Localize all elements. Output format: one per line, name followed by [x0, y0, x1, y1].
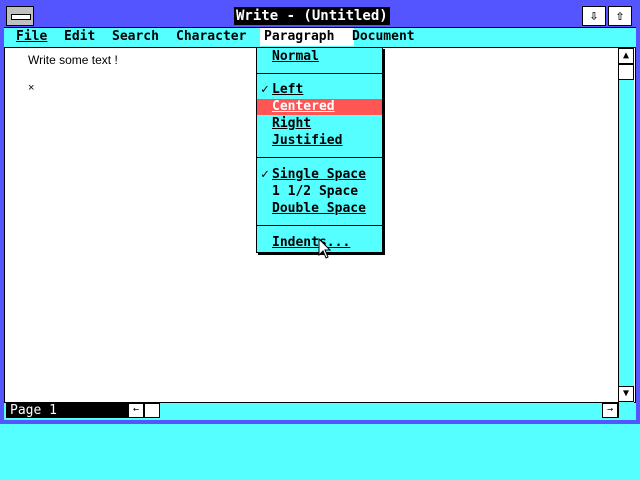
menu-item-label: Single Space [272, 167, 366, 182]
menu-separator [257, 157, 382, 158]
menu-item-centered[interactable]: Centered [257, 99, 382, 115]
menu-character-label: Character [176, 29, 247, 44]
vertical-scrollbar[interactable] [618, 48, 634, 402]
menu-item-label: Right [272, 116, 312, 131]
end-of-document-mark: × [28, 82, 35, 94]
system-menu-button[interactable] [6, 6, 34, 26]
horizontal-scroll-thumb[interactable] [144, 403, 160, 418]
menu-file[interactable]: File [12, 28, 51, 46]
menu-separator [257, 73, 382, 74]
menu-separator [257, 225, 382, 226]
menu-item-double-space[interactable]: Double Space [257, 201, 382, 217]
menu-document-label: Document [352, 29, 415, 44]
mouse-pointer-icon [318, 238, 332, 259]
menu-item-justified[interactable]: Justified [257, 133, 382, 149]
checkmark-icon: ✓ [261, 167, 269, 182]
menu-paragraph[interactable]: Paragraph [260, 28, 354, 46]
page-indicator: Page 1 [6, 403, 128, 418]
menu-item-single-space[interactable]: ✓ Single Space [257, 167, 382, 183]
menu-item-left[interactable]: ✓ Left [257, 82, 382, 98]
vertical-scroll-thumb[interactable] [618, 64, 634, 80]
menu-item-one-and-half-space[interactable]: 1 1/2 Space [257, 184, 382, 200]
up-arrow-icon: ▲ [622, 50, 630, 61]
menu-edit-label: Edit [64, 29, 96, 44]
menu-edit[interactable]: Edit [60, 28, 99, 46]
menu-item-label: Centered [272, 99, 335, 114]
scroll-left-button[interactable]: ← [128, 403, 144, 418]
right-arrow-icon: → [606, 404, 614, 415]
menu-bar: File Edit Search Character Paragraph Doc… [4, 28, 636, 48]
horizontal-scroll-track[interactable] [160, 403, 602, 418]
down-arrow-icon: ⇩ [589, 8, 599, 24]
system-menu-icon [11, 14, 31, 20]
menu-item-label: Indents... [272, 235, 351, 250]
menu-item-label: Double Space [272, 201, 366, 216]
menu-item-normal[interactable]: Normal [257, 49, 382, 65]
menu-item-label: Normal [272, 49, 319, 64]
left-arrow-icon: ← [132, 404, 140, 415]
window-title: Write - (Untitled) [234, 7, 390, 25]
menu-item-right[interactable]: Right [257, 116, 382, 132]
menu-item-label: 1 1/2 Space [272, 184, 359, 199]
menu-search[interactable]: Search [108, 28, 163, 46]
menu-file-label: File [16, 29, 48, 44]
menu-paragraph-label: Paragraph [264, 29, 335, 44]
down-arrow-icon: ▼ [622, 388, 630, 399]
up-arrow-icon: ⇧ [615, 8, 625, 24]
scroll-right-button[interactable]: → [602, 403, 618, 418]
paragraph-menu: Normal ✓ Left Centered Right Justified ✓… [256, 47, 383, 253]
maximize-button[interactable]: ⇧ [608, 6, 632, 26]
menu-item-label: Justified [272, 133, 343, 148]
menu-item-label: Left [272, 82, 304, 97]
menu-document[interactable]: Document [348, 28, 419, 46]
scroll-down-button[interactable]: ▼ [618, 386, 634, 402]
document-text: Write some text ! [28, 53, 118, 67]
minimize-button[interactable]: ⇩ [582, 6, 606, 26]
menu-search-label: Search [112, 29, 159, 44]
checkmark-icon: ✓ [261, 82, 269, 97]
menu-character[interactable]: Character [172, 28, 250, 46]
size-box [618, 402, 634, 418]
scroll-up-button[interactable]: ▲ [618, 48, 634, 64]
